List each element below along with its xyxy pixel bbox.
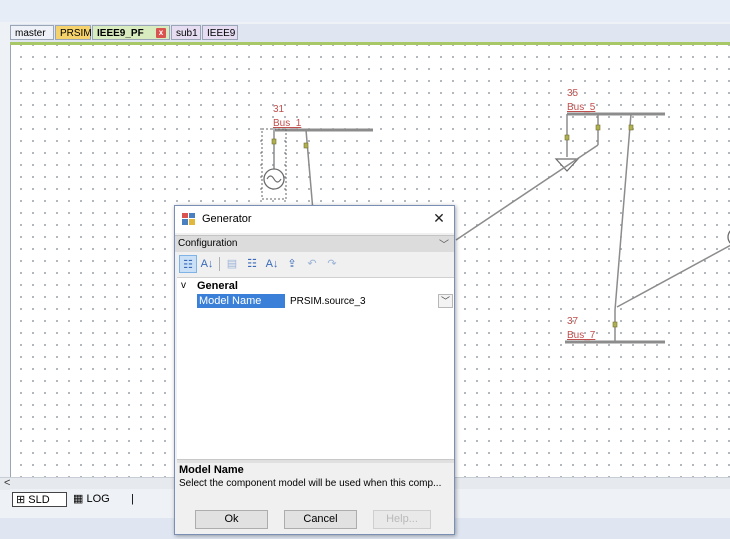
bus-7-number: 37: [567, 316, 579, 327]
connection-node: [612, 321, 618, 328]
tab-sub1[interactable]: sub1: [171, 25, 201, 40]
close-icon[interactable]: ✕: [430, 209, 448, 227]
tab-label: IEEE9: [207, 28, 236, 39]
tab-log[interactable]: ▦ LOG: [70, 492, 128, 507]
redo-icon[interactable]: ↷: [323, 255, 341, 273]
bus-5-name: Bus_5: [567, 102, 596, 113]
log-icon: ▦: [73, 493, 84, 505]
chevron-down-icon: ﹀: [439, 240, 449, 251]
property-model-name[interactable]: Model Name: [197, 294, 285, 308]
property-pages-icon[interactable]: ▤: [223, 255, 241, 273]
line-bus7-right: [616, 244, 730, 308]
bus-5-number: 35: [567, 88, 579, 99]
collapse-chevron-icon[interactable]: v: [181, 280, 186, 291]
bus-1-number: 31: [273, 104, 285, 115]
description-title: Model Name: [179, 464, 244, 476]
configuration-selected: Configuration: [178, 238, 238, 249]
bus-7-name: Bus_7: [567, 330, 596, 341]
connection-node: [628, 124, 634, 131]
undo-icon[interactable]: ↶: [303, 255, 321, 273]
cancel-button[interactable]: Cancel: [284, 510, 357, 529]
tab-master[interactable]: master: [10, 25, 54, 40]
scroll-left-icon[interactable]: <: [4, 477, 10, 489]
tab-label: sub1: [176, 28, 198, 39]
tab-prsim[interactable]: PRSIM: [55, 25, 92, 40]
tab-sld[interactable]: ⊞ SLD: [12, 492, 67, 507]
property-grid: v General Model Name PRSIM.source_3 ﹀: [177, 277, 454, 462]
categorized-icon[interactable]: ☷: [179, 255, 197, 273]
help-button[interactable]: Help...: [373, 510, 431, 529]
property-grid-toolbar: ☷ A↓ ▤ ☷ A↓ ⇪ ↶ ↷: [175, 252, 454, 276]
export-icon[interactable]: ⇪: [283, 255, 301, 273]
description-panel: Model Name Select the component model wi…: [177, 463, 454, 497]
description-text: Select the component model will be used …: [179, 478, 442, 489]
connection-node: [303, 142, 309, 149]
toolbar-divider: [219, 257, 220, 271]
expand-all-icon[interactable]: ☷: [243, 255, 261, 273]
tab-ieee9[interactable]: IEEE9: [202, 25, 238, 40]
document-tab-bar: master PRSIM IEEE9_PF x sub1 IEEE9: [10, 24, 730, 43]
generator-window-icon: [182, 213, 195, 225]
sort-az-icon[interactable]: A↓: [263, 255, 281, 273]
line-bus5-bus7: [614, 113, 632, 311]
dialog-title: Generator: [202, 213, 252, 225]
connection-node: [564, 134, 570, 141]
tab-label: IEEE9_PF: [97, 28, 144, 39]
model-name-value[interactable]: PRSIM.source_3: [287, 294, 454, 308]
connection-node: [271, 138, 277, 145]
dialog-title-bar[interactable]: Generator ✕: [175, 206, 454, 233]
line-bus5-diag: [455, 144, 599, 241]
tab-label: PRSIM: [60, 28, 92, 39]
connection-node: [595, 124, 601, 131]
line-bus1-down: [305, 129, 314, 212]
tab-label: SLD: [28, 494, 50, 506]
sort-alpha-icon[interactable]: A↓: [198, 255, 216, 273]
tab-close-icon[interactable]: x: [156, 28, 166, 38]
tab-ieee9-pf[interactable]: IEEE9_PF x: [92, 25, 170, 40]
generator-dialog: Generator ✕ Configuration ﹀ ☷ A↓ ▤ ☷ A↓ …: [174, 205, 455, 535]
window-top-strip: [0, 0, 730, 22]
tab-label: master: [15, 28, 46, 39]
category-label: General: [197, 280, 238, 292]
configuration-dropdown[interactable]: Configuration ﹀: [175, 235, 454, 253]
chevron-down-icon[interactable]: ﹀: [438, 294, 453, 308]
tab-label: LOG: [86, 493, 110, 505]
single-line-diagram-icon: ⊞: [16, 494, 26, 506]
ok-button[interactable]: Ok: [195, 510, 268, 529]
bus-1-name: Bus_1: [273, 118, 302, 129]
tab-separator: |: [131, 493, 134, 505]
